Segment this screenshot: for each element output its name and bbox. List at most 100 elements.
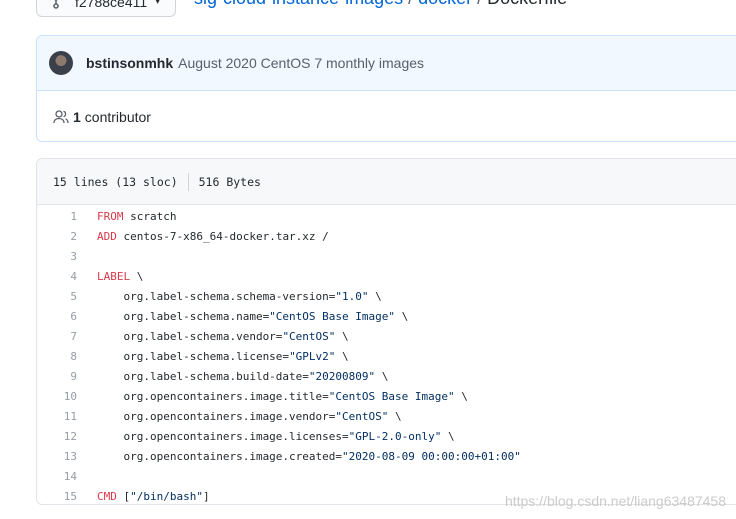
code-line: 8 org.label-schema.license="GPLv2" \	[37, 346, 736, 366]
file-size-info: 516 Bytes	[198, 174, 261, 189]
line-number[interactable]: 2	[37, 230, 97, 243]
breadcrumb-current-file: Dockerfile	[487, 0, 567, 8]
code-plain: org.opencontainers.image.vendor=	[97, 409, 336, 423]
code-line: 11 org.opencontainers.image.vendor="Cent…	[37, 406, 736, 426]
code-plain: \	[375, 369, 389, 383]
code-text: org.opencontainers.image.created="2020-0…	[97, 449, 521, 463]
code-plain: org.label-schema.license=	[97, 349, 290, 363]
chevron-down-icon: ▾	[155, 0, 161, 7]
line-number[interactable]: 14	[37, 470, 97, 483]
line-number[interactable]: 10	[37, 390, 97, 403]
code-text: org.label-schema.vendor="CentOS" \	[97, 329, 348, 343]
code-string: "CentOS"	[282, 329, 336, 343]
code-text: org.opencontainers.image.vendor="CentOS"…	[97, 409, 402, 423]
line-number[interactable]: 3	[37, 250, 97, 263]
code-block: 1 FROM scratch 2 ADD centos-7-x86_64-docker…	[37, 205, 736, 504]
code-line: 9 org.label-schema.build-date="20200809"…	[37, 366, 736, 386]
code-keyword: CMD	[97, 489, 117, 503]
line-number[interactable]: 5	[37, 290, 97, 303]
code-text: ADD centos-7-x86_64-docker.tar.xz /	[97, 230, 329, 243]
git-branch-icon	[53, 0, 59, 9]
contributor-count: 1	[73, 109, 81, 125]
breadcrumb-separator: /	[477, 0, 482, 8]
code-keyword: FROM	[97, 209, 124, 223]
latest-commit-box: bstinsonmhk August 2020 CentOS 7 monthly…	[36, 35, 736, 142]
people-icon	[53, 110, 69, 124]
code-text: FROM scratch	[97, 210, 176, 223]
line-number[interactable]: 13	[37, 450, 97, 463]
code-plain: org.label-schema.build-date=	[97, 369, 309, 383]
breadcrumb-repo-link[interactable]: sig-cloud-instance-images	[194, 0, 403, 8]
commit-message-link[interactable]: August 2020 CentOS 7 monthly images	[178, 55, 424, 71]
file-lines-info: 15 lines (13 sloc)	[53, 174, 178, 189]
code-string: "CentOS"	[335, 409, 389, 423]
contributors-row[interactable]: 1 contributor	[37, 91, 736, 141]
code-plain: [	[116, 489, 131, 503]
code-text: org.opencontainers.image.title="CentOS B…	[97, 389, 468, 403]
line-number[interactable]: 15	[37, 490, 97, 503]
breadcrumb-folder-link[interactable]: docker	[418, 0, 472, 8]
file-viewer: 15 lines (13 sloc) 516 Bytes 1 FROM scrat…	[36, 158, 736, 505]
code-plain: ]	[202, 489, 210, 503]
code-string: "GPLv2"	[289, 349, 336, 363]
commit-author-link[interactable]: bstinsonmhk	[86, 55, 173, 71]
branch-select-button[interactable]: f2788ce411 ▾	[36, 0, 176, 17]
code-plain: org.label-schema.vendor=	[97, 329, 283, 343]
contributor-label: contributor	[84, 109, 151, 125]
code-line: 12 org.opencontainers.image.licenses="GP…	[37, 426, 736, 446]
line-number[interactable]: 8	[37, 350, 97, 363]
code-text: CMD ["/bin/bash"]	[97, 490, 210, 503]
code-plain: \	[130, 269, 144, 283]
line-number[interactable]: 11	[37, 410, 97, 423]
code-plain: \	[368, 289, 382, 303]
line-number[interactable]: 12	[37, 430, 97, 443]
code-string: "20200809"	[308, 369, 376, 383]
commit-header: bstinsonmhk August 2020 CentOS 7 monthly…	[37, 36, 736, 91]
code-line: 5 org.label-schema.schema-version="1.0" …	[37, 286, 736, 306]
code-text: org.label-schema.name="CentOS Base Image…	[97, 310, 408, 323]
line-number[interactable]: 4	[37, 270, 97, 283]
code-string: "2020-08-09 00:00:00+01:00"	[342, 449, 521, 463]
code-plain: centos-7-x86_64-docker.tar.xz /	[116, 229, 329, 243]
branch-label: f2788ce411	[75, 0, 148, 10]
line-number[interactable]: 9	[37, 370, 97, 383]
code-line: 1 FROM scratch	[37, 206, 736, 226]
code-plain: \	[388, 409, 402, 423]
code-line: 6 org.label-schema.name="CentOS Base Ima…	[37, 306, 736, 326]
code-line: 7 org.label-schema.vendor="CentOS" \	[37, 326, 736, 346]
code-keyword: ADD	[97, 229, 117, 243]
code-keyword: LABEL	[97, 269, 131, 283]
code-plain: org.opencontainers.image.licenses=	[97, 429, 349, 443]
code-line: 2 ADD centos-7-x86_64-docker.tar.xz /	[37, 226, 736, 246]
code-plain: scratch	[123, 209, 177, 223]
breadcrumb: sig-cloud-instance-images / docker / Dockerf…	[194, 0, 567, 9]
code-text: org.opencontainers.image.licenses="GPL-2…	[97, 429, 455, 443]
breadcrumb-separator: /	[408, 0, 413, 8]
code-string: "CentOS Base Image"	[269, 309, 396, 323]
code-plain: \	[335, 349, 349, 363]
code-plain: \	[441, 429, 455, 443]
code-plain: \	[454, 389, 468, 403]
avatar[interactable]	[49, 51, 73, 75]
code-plain: org.opencontainers.image.created=	[97, 449, 343, 463]
info-divider	[187, 172, 189, 191]
code-string: "/bin/bash"	[130, 489, 203, 503]
code-line: 4 LABEL \	[37, 266, 736, 286]
watermark: https://blog.csdn.net/liang63487458	[504, 493, 726, 509]
line-number[interactable]: 7	[37, 330, 97, 343]
code-string: "1.0"	[335, 289, 369, 303]
code-plain: org.label-schema.schema-version=	[97, 289, 336, 303]
line-number[interactable]: 6	[37, 310, 97, 323]
code-string: "CentOS Base Image"	[328, 389, 455, 403]
code-text: org.label-schema.schema-version="1.0" \	[97, 289, 382, 303]
code-text: LABEL \	[97, 270, 143, 283]
line-number[interactable]: 1	[37, 210, 97, 223]
code-plain: org.opencontainers.image.title=	[97, 389, 329, 403]
code-line: 3	[37, 246, 736, 266]
code-text: org.label-schema.build-date="20200809" \	[97, 370, 388, 383]
code-plain: org.label-schema.name=	[97, 309, 270, 323]
code-line: 10 org.opencontainers.image.title="CentO…	[37, 386, 736, 406]
code-line: 13 org.opencontainers.image.created="202…	[37, 446, 736, 466]
code-plain: \	[395, 309, 409, 323]
code-text: org.label-schema.license="GPLv2" \	[97, 349, 349, 363]
